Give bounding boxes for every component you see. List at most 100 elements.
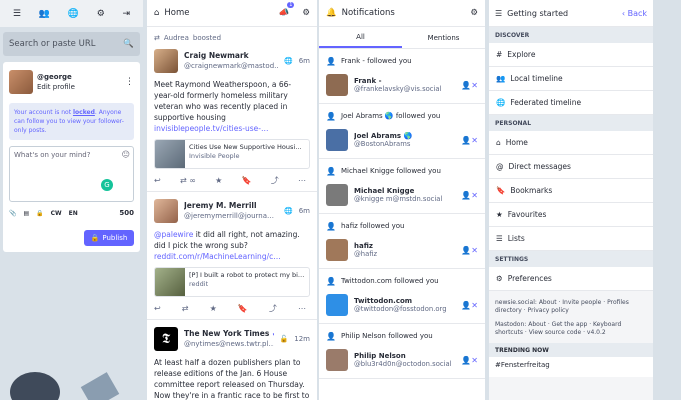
display-name[interactable]: Michael Knigge bbox=[354, 187, 455, 195]
settings-icon[interactable]: ⚙ bbox=[470, 8, 478, 18]
display-name[interactable]: Frank - bbox=[354, 77, 455, 85]
globe-icon[interactable]: 🌐 bbox=[68, 9, 79, 19]
emoji-icon[interactable]: 😐 bbox=[122, 150, 130, 159]
footer-mastodon-links[interactable]: Mastodon: About · Get the app · Keyboard… bbox=[495, 321, 647, 337]
attach-icon[interactable]: 📎 bbox=[9, 210, 16, 217]
logout-icon[interactable]: ⇥ bbox=[123, 9, 131, 19]
status[interactable]: 𝕿 The New York Times ✔@nytimes@news.twtr… bbox=[147, 320, 317, 400]
home-title[interactable]: Home bbox=[164, 8, 189, 18]
more-icon[interactable]: ⋯ bbox=[298, 175, 306, 186]
nav-federated-timeline[interactable]: 🌐 Federated timeline bbox=[489, 91, 653, 115]
display-name[interactable]: hafiz bbox=[354, 242, 455, 250]
tab-all[interactable]: All bbox=[319, 27, 402, 48]
locked-link[interactable]: locked bbox=[73, 109, 95, 116]
bookmark-icon[interactable]: 🔖 bbox=[242, 175, 252, 186]
boost-icon[interactable]: ⇄ bbox=[182, 303, 189, 314]
language-button[interactable]: EN bbox=[69, 210, 78, 217]
link-card[interactable]: Cities Use New Supportive Housi… Invisibl… bbox=[154, 139, 310, 169]
people-icon[interactable]: 👥 bbox=[39, 9, 50, 19]
section-personal: PERSONAL bbox=[489, 115, 653, 131]
display-name[interactable]: The New York Times ✔ bbox=[184, 328, 274, 339]
avatar[interactable] bbox=[326, 294, 348, 316]
avatar[interactable] bbox=[154, 199, 178, 223]
booster-name[interactable]: Audrea bbox=[164, 33, 189, 44]
locked-notice: Your account is not locked. Anyone can f… bbox=[9, 103, 134, 140]
notification-item[interactable]: 👤 Frank - followed you Frank - @frankelavs… bbox=[319, 49, 485, 104]
follow-button[interactable]: 👤✕ bbox=[461, 246, 478, 255]
status[interactable]: Jeremy M. Merrill @jeremymerrill@journa… … bbox=[147, 192, 317, 320]
avatar[interactable] bbox=[9, 70, 33, 94]
display-name[interactable]: Joel Abrams 🌎 bbox=[354, 132, 455, 140]
reply-icon[interactable]: ↩ bbox=[154, 303, 161, 314]
nav-direct-messages[interactable]: @ Direct messages bbox=[489, 155, 653, 179]
notification-text: Michael Knigge followed you bbox=[340, 167, 441, 175]
display-name[interactable]: Philip Nelson bbox=[354, 352, 455, 360]
settings-icon[interactable]: ⚙ bbox=[302, 8, 310, 18]
share-icon[interactable]: ⤴ bbox=[271, 175, 279, 186]
share-icon[interactable]: ⤴ bbox=[269, 303, 277, 314]
notification-title: 👤 Joel Abrams 🌎 followed you bbox=[326, 110, 478, 122]
status-time[interactable]: 6m bbox=[299, 56, 310, 67]
avatar[interactable] bbox=[326, 184, 348, 206]
search-input[interactable]: Search or paste URL 🔍 bbox=[3, 32, 140, 56]
avatar[interactable] bbox=[326, 349, 348, 371]
tab-mentions[interactable]: Mentions bbox=[402, 27, 485, 48]
more-icon[interactable]: ⋯ bbox=[298, 303, 306, 314]
notification-item[interactable]: 👤 Philip Nelson followed you Philip Nelso… bbox=[319, 324, 485, 379]
follow-button[interactable]: 👤✕ bbox=[461, 191, 478, 200]
nav-label: Explore bbox=[507, 50, 536, 59]
status-time[interactable]: 6m bbox=[299, 206, 310, 217]
publish-button[interactable]: 🔒 Publish bbox=[84, 230, 134, 246]
announcement-badge: 1 bbox=[287, 2, 295, 8]
notification-item[interactable]: 👤 Michael Knigge followed you Michael Kni… bbox=[319, 159, 485, 214]
nav-bookmarks[interactable]: 🔖 Bookmarks bbox=[489, 179, 653, 203]
announcements-icon[interactable]: 📣 1 bbox=[279, 2, 295, 18]
footer-instance-links[interactable]: newsie.social: About · Invite people · P… bbox=[495, 299, 647, 315]
nav-lists[interactable]: ☰ Lists bbox=[489, 227, 653, 251]
avatar[interactable] bbox=[326, 129, 348, 151]
bookmark-icon[interactable]: 🔖 bbox=[238, 303, 248, 314]
status-time[interactable]: 12m bbox=[294, 334, 310, 345]
gear-icon[interactable]: ⚙ bbox=[97, 9, 105, 19]
cw-button[interactable]: CW bbox=[51, 210, 62, 217]
nav-favourites[interactable]: ★ Favourites bbox=[489, 203, 653, 227]
follow-button[interactable]: 👤✕ bbox=[461, 301, 478, 310]
more-icon[interactable]: ⋮ bbox=[125, 77, 134, 87]
nav-preferences[interactable]: ⚙ Preferences bbox=[489, 267, 653, 291]
notification-item[interactable]: 👤 Twittodon.com followed you Twittodon.co… bbox=[319, 269, 485, 324]
notification-item[interactable]: 👤 hafiz followed you hafiz @hafiz 👤✕ bbox=[319, 214, 485, 269]
link-card[interactable]: [P] I built a robot to protect my bi… red… bbox=[154, 267, 310, 297]
avatar[interactable] bbox=[154, 49, 178, 73]
display-name[interactable]: Jeremy M. Merrill bbox=[184, 200, 278, 211]
notifications-title[interactable]: Notifications bbox=[342, 8, 395, 18]
grammarly-icon[interactable]: G bbox=[101, 179, 113, 191]
favourite-icon[interactable]: ★ bbox=[215, 175, 222, 186]
follow-button[interactable]: 👤✕ bbox=[461, 81, 478, 90]
trending-tag[interactable]: #Fensterfreitag bbox=[489, 357, 653, 377]
at-icon: @ bbox=[496, 162, 504, 171]
display-name[interactable]: Craig Newmark bbox=[184, 50, 278, 61]
avatar[interactable] bbox=[326, 74, 348, 96]
nav-home[interactable]: ⌂ Home bbox=[489, 131, 653, 155]
avatar[interactable]: 𝕿 bbox=[154, 327, 178, 351]
lock-icon[interactable]: 🔒 bbox=[36, 210, 43, 217]
nav-local-timeline[interactable]: 👥 Local timeline bbox=[489, 67, 653, 91]
compose-textarea[interactable]: What's on your mind? 😐 G bbox=[9, 146, 134, 202]
menu-icon[interactable]: ☰ bbox=[13, 9, 21, 19]
notification-item[interactable]: 👤 Joel Abrams 🌎 followed you Joel Abrams … bbox=[319, 104, 485, 159]
boost-button[interactable]: ⇄ ∞ bbox=[180, 175, 196, 186]
follow-button[interactable]: 👤✕ bbox=[461, 136, 478, 145]
status-link[interactable]: reddit.com/r/MachineLearning/c… bbox=[154, 252, 281, 261]
follow-button[interactable]: 👤✕ bbox=[461, 356, 478, 365]
mention-link[interactable]: @palewire bbox=[154, 230, 193, 239]
back-button[interactable]: ‹ Back bbox=[622, 9, 647, 18]
favourite-icon[interactable]: ★ bbox=[210, 303, 217, 314]
poll-icon[interactable]: ▤ bbox=[23, 210, 29, 217]
nav-explore[interactable]: # Explore bbox=[489, 43, 653, 67]
display-name[interactable]: Twittodon.com bbox=[354, 297, 455, 305]
status-link[interactable]: invisiblepeople.tv/cities-use-… bbox=[154, 124, 268, 133]
edit-profile-link[interactable]: Edit profile bbox=[37, 82, 121, 92]
reply-icon[interactable]: ↩ bbox=[154, 175, 161, 186]
status[interactable]: ⇄ Audrea boosted Craig Newmark @craignewm… bbox=[147, 27, 317, 192]
avatar[interactable] bbox=[326, 239, 348, 261]
